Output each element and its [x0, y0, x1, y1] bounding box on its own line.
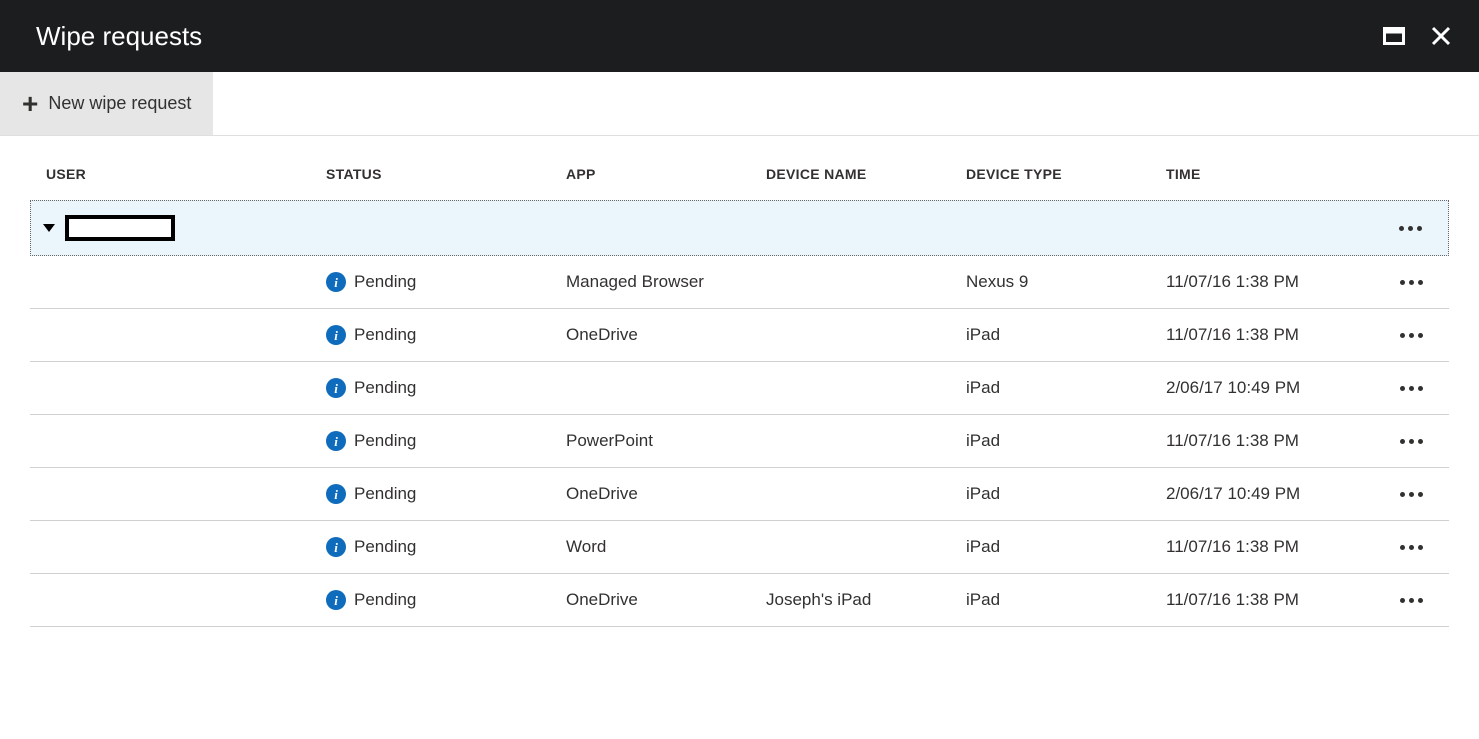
info-icon: i	[326, 431, 346, 451]
restore-window-button[interactable]	[1379, 23, 1409, 49]
status-text: Pending	[354, 590, 416, 610]
cell-status: i Pending	[326, 484, 566, 504]
table-row[interactable]: i Pending OneDrive Joseph's iPad iPad 11…	[30, 574, 1449, 627]
page-title: Wipe requests	[36, 21, 202, 52]
more-icon	[1400, 280, 1423, 285]
cell-app: PowerPoint	[566, 431, 766, 451]
group-user-redacted	[65, 215, 175, 241]
restore-icon	[1383, 27, 1405, 45]
row-menu[interactable]	[1381, 492, 1441, 497]
cell-device-type: iPad	[966, 431, 1166, 451]
table-row[interactable]: i Pending iPad 2/06/17 10:49 PM	[30, 362, 1449, 415]
row-menu[interactable]	[1381, 280, 1441, 285]
cell-device-type: iPad	[966, 590, 1166, 610]
status-text: Pending	[354, 325, 416, 345]
col-app[interactable]: APP	[566, 166, 766, 182]
cell-time: 11/07/16 1:38 PM	[1166, 431, 1381, 451]
wipe-requests-grid: USER STATUS APP DEVICE NAME DEVICE TYPE …	[0, 136, 1479, 627]
more-icon	[1400, 386, 1423, 391]
grid-header-row: USER STATUS APP DEVICE NAME DEVICE TYPE …	[30, 156, 1449, 200]
cell-time: 2/06/17 10:49 PM	[1166, 378, 1381, 398]
cell-status: i Pending	[326, 590, 566, 610]
cell-device-type: iPad	[966, 537, 1166, 557]
more-icon	[1400, 333, 1423, 338]
group-user-cell	[43, 215, 323, 241]
more-icon	[1400, 598, 1423, 603]
table-row[interactable]: i Pending OneDrive iPad 11/07/16 1:38 PM	[30, 309, 1449, 362]
table-row[interactable]: i Pending Managed Browser Nexus 9 11/07/…	[30, 256, 1449, 309]
cell-status: i Pending	[326, 272, 566, 292]
more-icon	[1399, 226, 1422, 231]
cell-status: i Pending	[326, 325, 566, 345]
cell-device-name: Joseph's iPad	[766, 590, 966, 610]
cell-status: i Pending	[326, 378, 566, 398]
group-row[interactable]	[30, 200, 1449, 256]
cell-app: OneDrive	[566, 325, 766, 345]
info-icon: i	[326, 378, 346, 398]
info-icon: i	[326, 590, 346, 610]
cell-app: Managed Browser	[566, 272, 766, 292]
group-row-menu[interactable]	[1380, 226, 1440, 231]
grid-body: i Pending Managed Browser Nexus 9 11/07/…	[30, 256, 1449, 627]
cell-app: OneDrive	[566, 590, 766, 610]
cell-device-type: Nexus 9	[966, 272, 1166, 292]
row-menu[interactable]	[1381, 333, 1441, 338]
col-device-name[interactable]: DEVICE NAME	[766, 166, 966, 182]
new-wipe-request-label: New wipe request	[48, 93, 191, 114]
row-menu[interactable]	[1381, 386, 1441, 391]
status-text: Pending	[354, 484, 416, 504]
cell-time: 2/06/17 10:49 PM	[1166, 484, 1381, 504]
chevron-down-icon[interactable]	[43, 224, 55, 232]
table-row[interactable]: i Pending PowerPoint iPad 11/07/16 1:38 …	[30, 415, 1449, 468]
cell-device-type: iPad	[966, 378, 1166, 398]
new-wipe-request-button[interactable]: + New wipe request	[0, 72, 213, 135]
row-menu[interactable]	[1381, 439, 1441, 444]
col-user[interactable]: USER	[46, 166, 326, 182]
status-text: Pending	[354, 272, 416, 292]
more-icon	[1400, 492, 1423, 497]
cell-device-type: iPad	[966, 325, 1166, 345]
table-row[interactable]: i Pending OneDrive iPad 2/06/17 10:49 PM	[30, 468, 1449, 521]
more-icon	[1400, 545, 1423, 550]
cell-time: 11/07/16 1:38 PM	[1166, 537, 1381, 557]
col-device-type[interactable]: DEVICE TYPE	[966, 166, 1166, 182]
plus-icon: +	[22, 90, 38, 118]
cell-app: Word	[566, 537, 766, 557]
cell-time: 11/07/16 1:38 PM	[1166, 325, 1381, 345]
info-icon: i	[326, 325, 346, 345]
status-text: Pending	[354, 431, 416, 451]
close-button[interactable]	[1427, 22, 1455, 50]
title-bar: Wipe requests	[0, 0, 1479, 72]
row-menu[interactable]	[1381, 598, 1441, 603]
row-menu[interactable]	[1381, 545, 1441, 550]
cell-status: i Pending	[326, 431, 566, 451]
toolbar: + New wipe request	[0, 72, 1479, 136]
status-text: Pending	[354, 537, 416, 557]
cell-time: 11/07/16 1:38 PM	[1166, 590, 1381, 610]
col-status[interactable]: STATUS	[326, 166, 566, 182]
title-actions	[1379, 22, 1455, 50]
cell-app: OneDrive	[566, 484, 766, 504]
cell-time: 11/07/16 1:38 PM	[1166, 272, 1381, 292]
info-icon: i	[326, 272, 346, 292]
info-icon: i	[326, 484, 346, 504]
table-row[interactable]: i Pending Word iPad 11/07/16 1:38 PM	[30, 521, 1449, 574]
more-icon	[1400, 439, 1423, 444]
cell-device-type: iPad	[966, 484, 1166, 504]
info-icon: i	[326, 537, 346, 557]
wipe-requests-blade: Wipe requests + New wipe request U	[0, 0, 1479, 627]
close-icon	[1431, 26, 1451, 46]
status-text: Pending	[354, 378, 416, 398]
cell-status: i Pending	[326, 537, 566, 557]
col-time[interactable]: TIME	[1166, 166, 1381, 182]
